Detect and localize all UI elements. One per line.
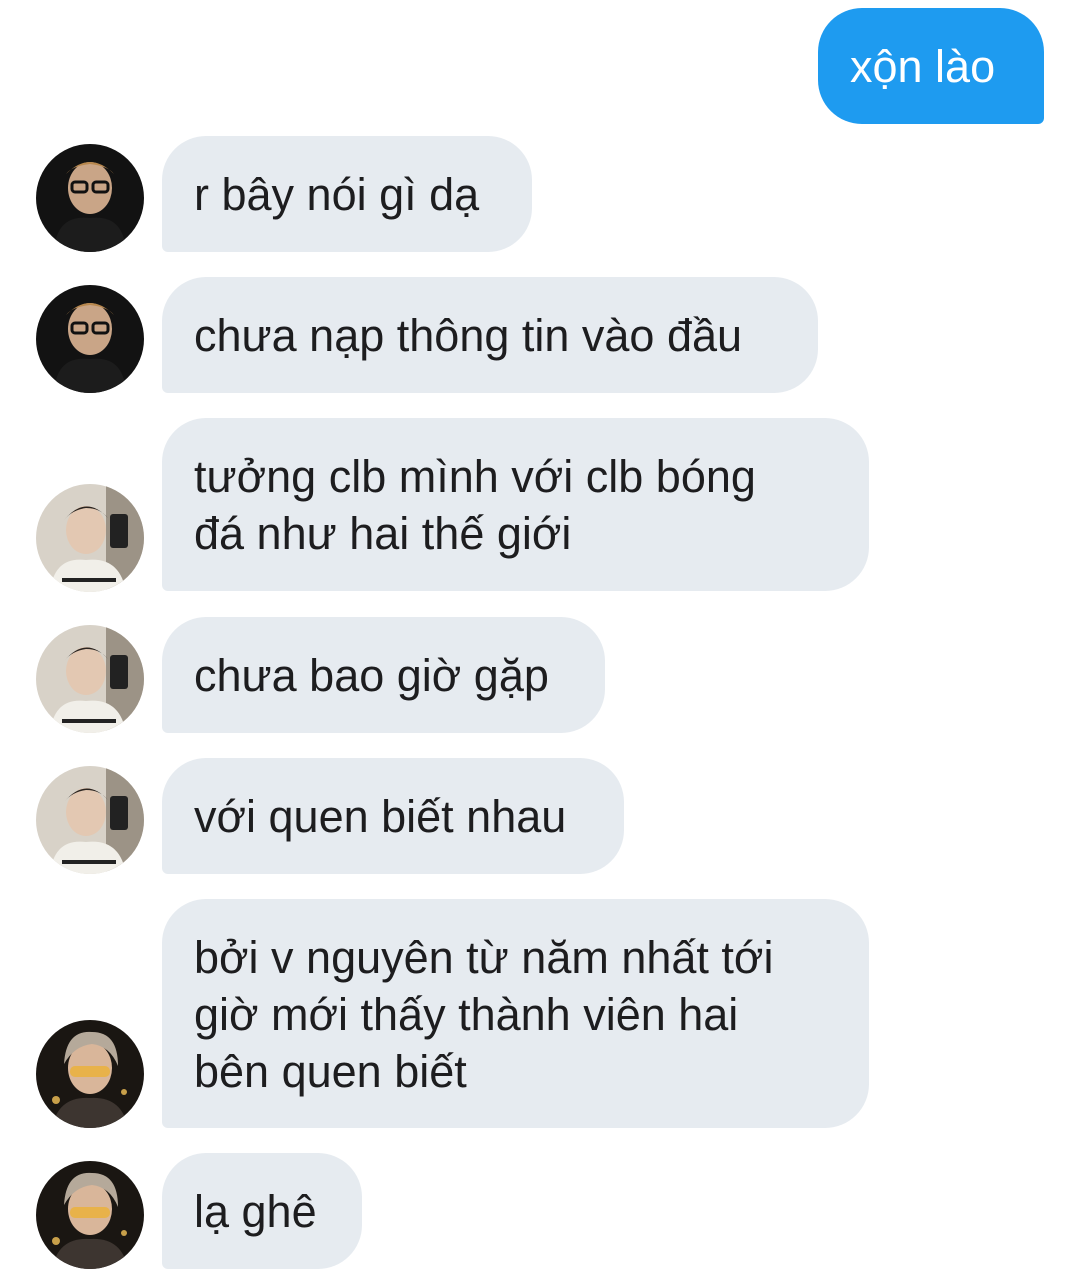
incoming-message-bubble[interactable]: lạ ghê	[162, 1153, 362, 1269]
outgoing-message-bubble[interactable]: xộn lào	[818, 8, 1044, 124]
message-line: giờ mới thấy thành viên hai	[194, 989, 739, 1040]
message-line: r bây nói gì dạ	[194, 169, 480, 220]
avatar-user-b[interactable]	[36, 484, 144, 592]
incoming-message-bubble[interactable]: chưa nạp thông tin vào đầu	[162, 277, 818, 393]
incoming-message-bubble[interactable]: tưởng clb mình với clb bóng đá như hai t…	[162, 418, 869, 591]
avatar-user-b[interactable]	[36, 625, 144, 733]
avatar-user-a[interactable]	[36, 285, 144, 393]
message-line: bởi v nguyên từ năm nhất tới	[194, 932, 774, 983]
avatar-user-b[interactable]	[36, 766, 144, 874]
message-text: xộn lào	[850, 41, 996, 92]
avatar-user-a[interactable]	[36, 144, 144, 252]
incoming-message-bubble[interactable]: bởi v nguyên từ năm nhất tới giờ mới thấ…	[162, 899, 869, 1128]
message-line: tưởng clb mình với clb bóng	[194, 451, 756, 502]
avatar-user-c-image	[36, 1020, 144, 1128]
message-line: với quen biết nhau	[194, 791, 567, 842]
message-line: chưa nạp thông tin vào đầu	[194, 310, 743, 361]
incoming-message-bubble[interactable]: chưa bao giờ gặp	[162, 617, 605, 733]
chat-thread: xộn lào r bây nói gì dạ chưa nạp thông t…	[0, 0, 1080, 1285]
avatar-user-b-image	[36, 484, 144, 592]
avatar-user-b-image	[36, 625, 144, 733]
message-line: đá như hai thế giới	[194, 508, 572, 559]
message-line: chưa bao giờ gặp	[194, 650, 549, 701]
avatar-user-b-image	[36, 766, 144, 874]
message-line: bên quen biết	[194, 1046, 467, 1097]
avatar-user-c[interactable]	[36, 1020, 144, 1128]
avatar-user-c-image	[36, 1161, 144, 1269]
incoming-message-bubble[interactable]: r bây nói gì dạ	[162, 136, 532, 252]
message-line: lạ ghê	[194, 1186, 317, 1237]
incoming-message-bubble[interactable]: với quen biết nhau	[162, 758, 624, 874]
avatar-user-a-image	[36, 144, 144, 252]
avatar-user-a-image	[36, 285, 144, 393]
avatar-user-c[interactable]	[36, 1161, 144, 1269]
